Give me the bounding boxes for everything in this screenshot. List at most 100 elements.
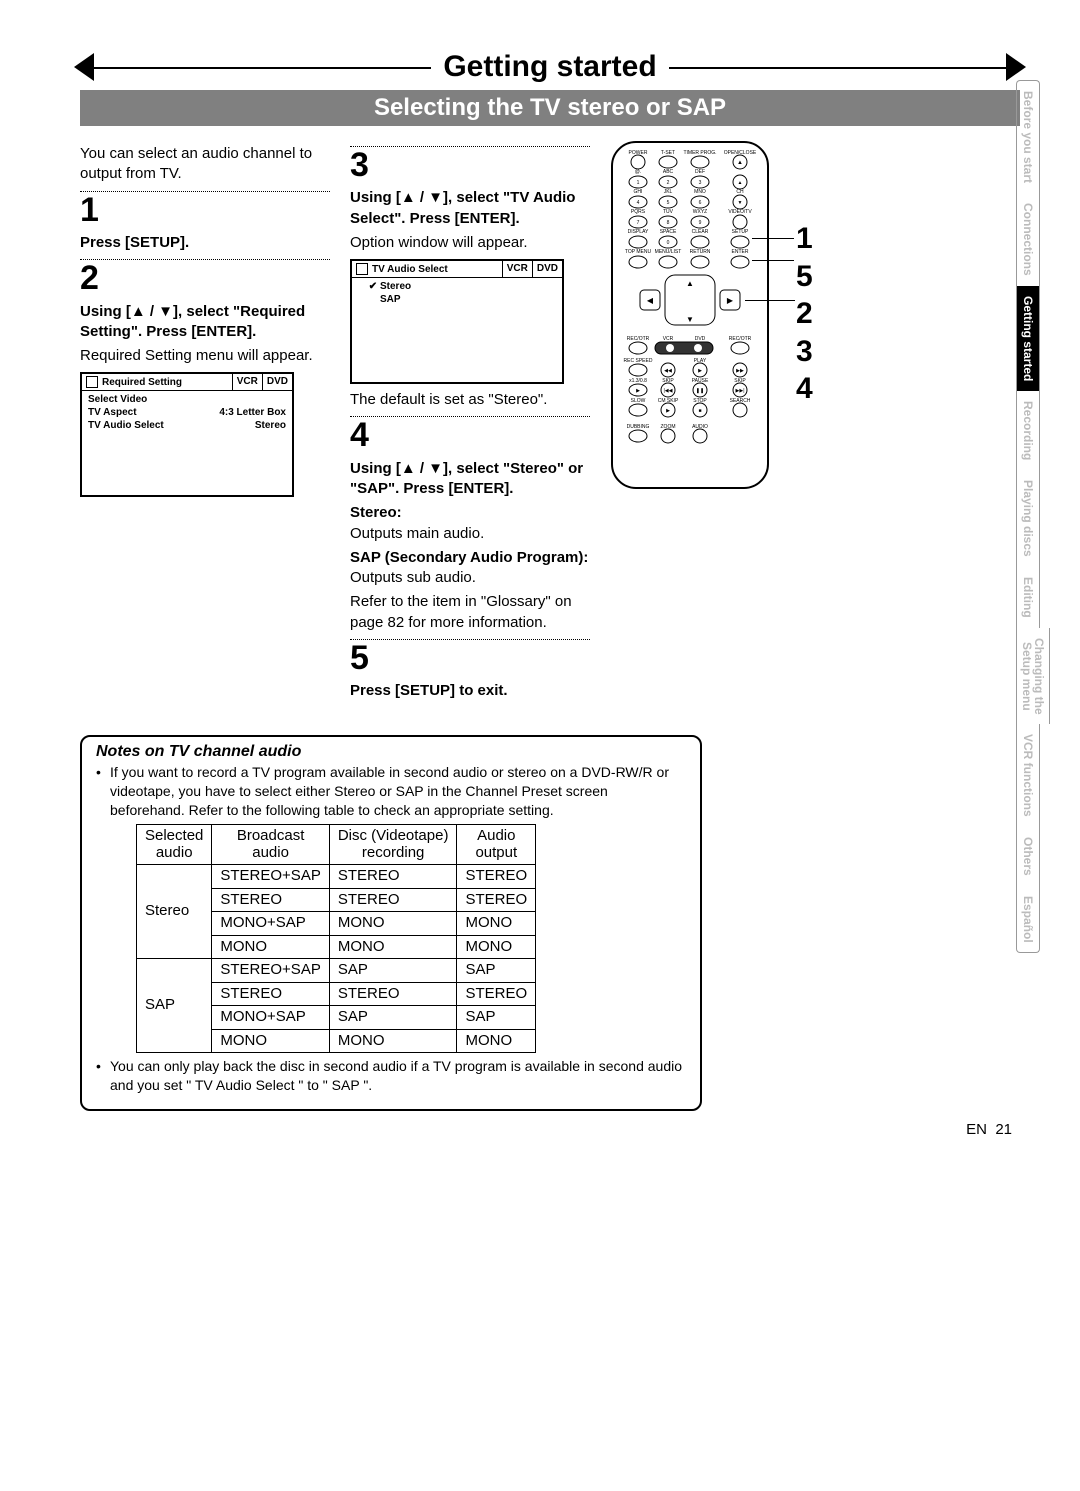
table-row: SAP STEREO+SAP SAP SAP — [137, 959, 536, 983]
svg-text:MENU/LIST: MENU/LIST — [655, 249, 682, 255]
menu-title: Required Setting — [102, 377, 182, 388]
svg-text:REC/OTR: REC/OTR — [729, 336, 752, 342]
svg-text:MNO: MNO — [694, 189, 706, 195]
svg-text:REC SPEED: REC SPEED — [624, 358, 653, 364]
svg-text:SPACE: SPACE — [660, 229, 677, 235]
svg-text:3: 3 — [699, 180, 702, 186]
svg-text:TIMER PROG.: TIMER PROG. — [683, 150, 716, 156]
required-setting-menu: Required Setting VCR DVD Select Video TV… — [80, 372, 294, 497]
menu-row: TV Audio SelectStereo — [82, 419, 292, 432]
sap-body: Outputs sub audio. — [350, 569, 476, 586]
step-4-action: Using [▲ / ▼], select "Stereo" or "SAP".… — [350, 459, 590, 500]
svg-text:GHI: GHI — [634, 189, 643, 195]
side-tab-changing-setup[interactable]: Changing theSetup menu — [1016, 628, 1050, 725]
step-4-ref: Refer to the item in "Glossary" on page … — [350, 592, 590, 633]
side-tab-others[interactable]: Others — [1016, 827, 1040, 886]
svg-text:▲: ▲ — [737, 160, 743, 166]
menu-tab-dvd: DVD — [532, 261, 562, 277]
svg-text:SKIP: SKIP — [734, 378, 746, 384]
svg-text:T-SET: T-SET — [661, 150, 675, 156]
svg-text:▼: ▼ — [738, 200, 743, 206]
svg-text:■: ■ — [698, 408, 701, 414]
svg-text:1: 1 — [637, 180, 640, 186]
step-2-number: 2 — [80, 260, 330, 297]
notes-title: Notes on TV channel audio — [96, 743, 686, 761]
notes-panel: Notes on TV channel audio •If you want t… — [80, 735, 702, 1110]
table-row: Stereo STEREO+SAP STEREO STEREO — [137, 865, 536, 889]
svg-text:DVD: DVD — [695, 336, 706, 342]
step-2-result: Required Setting menu will appear. — [80, 346, 330, 366]
side-tab-vcr-functions[interactable]: VCR functions — [1016, 724, 1040, 827]
svg-text:DEF: DEF — [695, 169, 705, 175]
callout-2: 2 — [796, 295, 813, 333]
svg-text:▲: ▲ — [738, 180, 743, 186]
svg-text:7: 7 — [637, 220, 640, 226]
svg-text:SEARCH: SEARCH — [730, 398, 751, 404]
side-tab-espanol[interactable]: Español — [1016, 886, 1040, 954]
side-tab-recording[interactable]: Recording — [1016, 391, 1040, 470]
stereo-body: Outputs main audio. — [350, 525, 484, 542]
step-3-default: The default is set as "Stereo". — [350, 390, 590, 410]
svg-text:SLOW: SLOW — [631, 398, 646, 404]
menu-row: SAP — [352, 293, 562, 306]
page-subtitle: Selecting the TV stereo or SAP — [80, 90, 1020, 126]
svg-text:▼: ▼ — [686, 315, 694, 324]
callout-5: 5 — [796, 258, 813, 296]
svg-text:JKL: JKL — [664, 189, 673, 195]
callout-3: 3 — [796, 333, 813, 371]
menu-row: Select Video — [82, 393, 292, 406]
svg-text:VIDEO/TV: VIDEO/TV — [728, 209, 752, 215]
sap-heading: SAP (Secondary Audio Program): — [350, 549, 588, 566]
svg-text:PAUSE: PAUSE — [692, 378, 709, 384]
menu-tab-vcr: VCR — [233, 374, 262, 390]
side-tab-connections[interactable]: Connections — [1016, 193, 1040, 286]
section-header: Getting started — [80, 50, 1020, 84]
svg-text:PQRS: PQRS — [631, 209, 646, 215]
side-nav-tabs: Before you start Connections Getting sta… — [1016, 80, 1042, 953]
step-2-action: Using [▲ / ▼], select "Required Setting"… — [80, 302, 330, 343]
side-tab-before-you-start[interactable]: Before you start — [1016, 80, 1040, 193]
svg-text:▲: ▲ — [686, 279, 694, 288]
step-4-number: 4 — [350, 417, 590, 454]
side-tab-playing-discs[interactable]: Playing discs — [1016, 470, 1040, 567]
remote-icon: POWER T-SET TIMER PROG. OPEN/CLOSE ▲ — [610, 140, 770, 490]
callout-1: 1 — [796, 220, 813, 258]
stereo-heading: Stereo: — [350, 504, 402, 521]
svg-text:TUV: TUV — [663, 209, 674, 215]
svg-text:TOP MENU: TOP MENU — [625, 249, 652, 255]
menu-tab-dvd: DVD — [262, 374, 292, 390]
side-tab-getting-started[interactable]: Getting started — [1016, 286, 1040, 391]
menu-title: TV Audio Select — [372, 264, 448, 275]
svg-text:DISPLAY: DISPLAY — [628, 229, 649, 235]
notes-bullet-1: If you want to record a TV program avail… — [110, 763, 686, 820]
svg-text:▶▶|: ▶▶| — [736, 388, 745, 394]
menu-row: ✔Stereo — [352, 280, 562, 293]
remote-diagram: POWER T-SET TIMER PROG. OPEN/CLOSE ▲ — [610, 140, 1020, 705]
svg-text:SKIP: SKIP — [662, 378, 674, 384]
svg-text:6: 6 — [699, 200, 702, 206]
callout-4: 4 — [796, 370, 813, 408]
page-number: EN 21 — [80, 1121, 1012, 1138]
table-header: Disc (Videotape)recording — [329, 825, 457, 865]
svg-text:9: 9 — [699, 220, 702, 226]
svg-text:CLEAR: CLEAR — [692, 229, 709, 235]
side-tab-editing[interactable]: Editing — [1016, 567, 1040, 628]
svg-text:5: 5 — [667, 200, 670, 206]
svg-text:ENTER: ENTER — [732, 249, 749, 255]
svg-text:CH: CH — [736, 189, 744, 195]
table-header: Broadcastaudio — [212, 825, 329, 865]
svg-text:|◀◀: |◀◀ — [664, 388, 673, 394]
step-1-number: 1 — [80, 192, 330, 229]
step-5-number: 5 — [350, 640, 590, 677]
svg-text:◀◀: ◀◀ — [664, 368, 672, 374]
tv-audio-select-menu: TV Audio Select VCR DVD ✔Stereo SAP — [350, 259, 564, 384]
svg-text:VCR: VCR — [663, 336, 674, 342]
svg-text:◀: ◀ — [647, 296, 654, 305]
svg-text:SETUP: SETUP — [732, 229, 749, 235]
svg-text:▶: ▶ — [698, 368, 702, 374]
intro-text: You can select an audio channel to outpu… — [80, 144, 330, 185]
remote-callouts: 1 5 2 3 4 — [796, 220, 813, 408]
svg-text:STOP: STOP — [693, 398, 707, 404]
step-5-text: Press [SETUP] to exit. — [350, 681, 590, 701]
svg-text:▶▶: ▶▶ — [736, 368, 744, 374]
